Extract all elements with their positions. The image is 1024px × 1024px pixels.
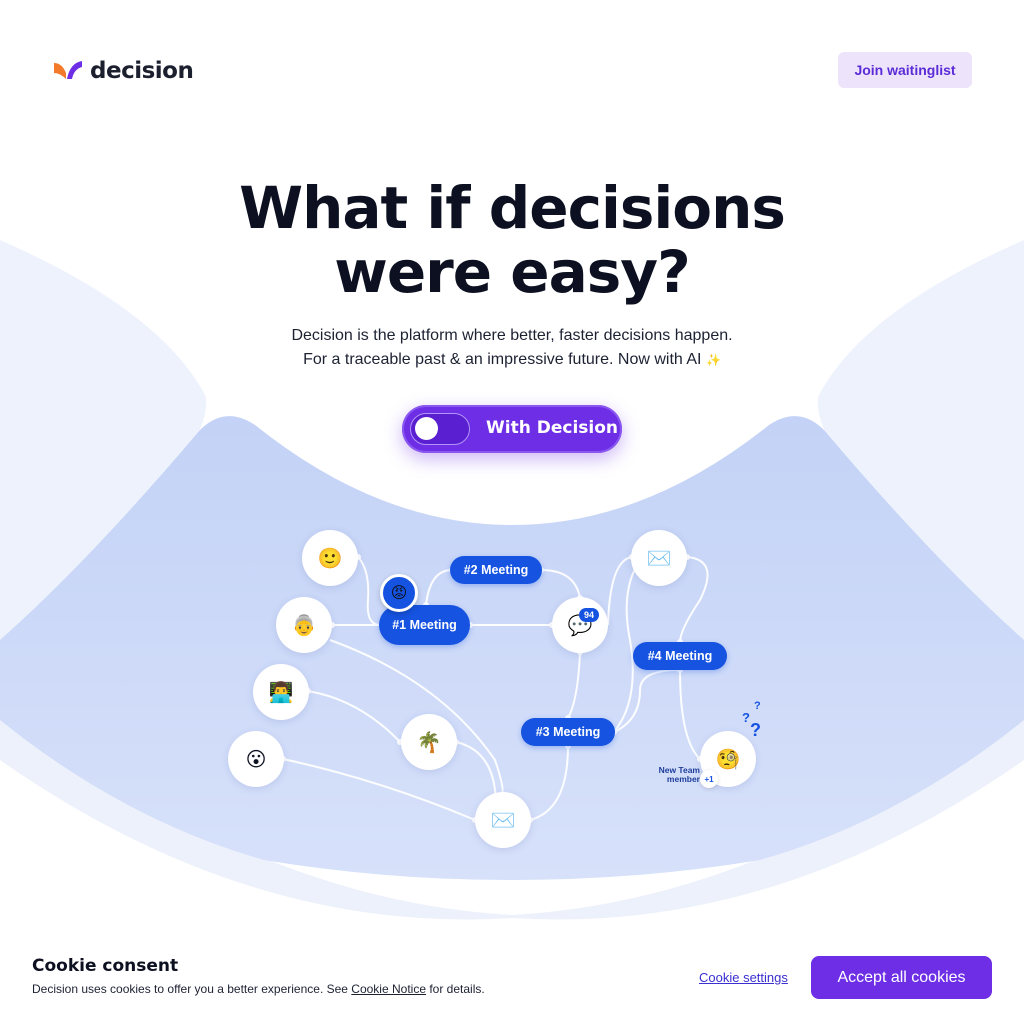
cookie-text: Decision uses cookies to offer you a bet… (32, 982, 485, 996)
hero-title: What if decisions were easy? (212, 176, 812, 304)
hero-subtitle-line2: For a traceable past & an impressive fut… (303, 351, 702, 368)
sparkle-icon: ✨ (705, 353, 721, 367)
logo[interactable]: decision (52, 58, 194, 84)
site-header: decision Join waitinglist (0, 0, 1024, 140)
decision-logo-icon (54, 61, 82, 79)
cookie-text-after: for details. (426, 982, 485, 996)
cookie-settings-button[interactable]: Cookie settings (699, 970, 788, 985)
toggle-label: With Decision (486, 418, 618, 438)
toggle-knob[interactable] (415, 417, 438, 440)
cookie-text-before: Decision uses cookies to offer you a bet… (32, 982, 352, 996)
logo-text: decision (90, 58, 194, 84)
background-waves (0, 240, 1024, 920)
hero-title-line2: were easy? (334, 238, 691, 306)
toggle-track[interactable] (410, 413, 470, 445)
cookie-notice-link[interactable]: Cookie Notice (351, 982, 426, 996)
hero-subtitle-line1: Decision is the platform where better, f… (291, 327, 733, 344)
hero-subtitle: Decision is the platform where better, f… (212, 324, 812, 372)
join-waitinglist-button[interactable]: Join waitinglist (838, 52, 972, 88)
cookie-title: Cookie consent (32, 956, 179, 976)
accept-all-cookies-button[interactable]: Accept all cookies (811, 956, 992, 999)
with-decision-toggle[interactable]: With Decision (402, 405, 622, 453)
hero-title-line1: What if decisions (239, 174, 786, 242)
cookie-consent-banner: Cookie consent Decision uses cookies to … (0, 936, 1024, 1024)
